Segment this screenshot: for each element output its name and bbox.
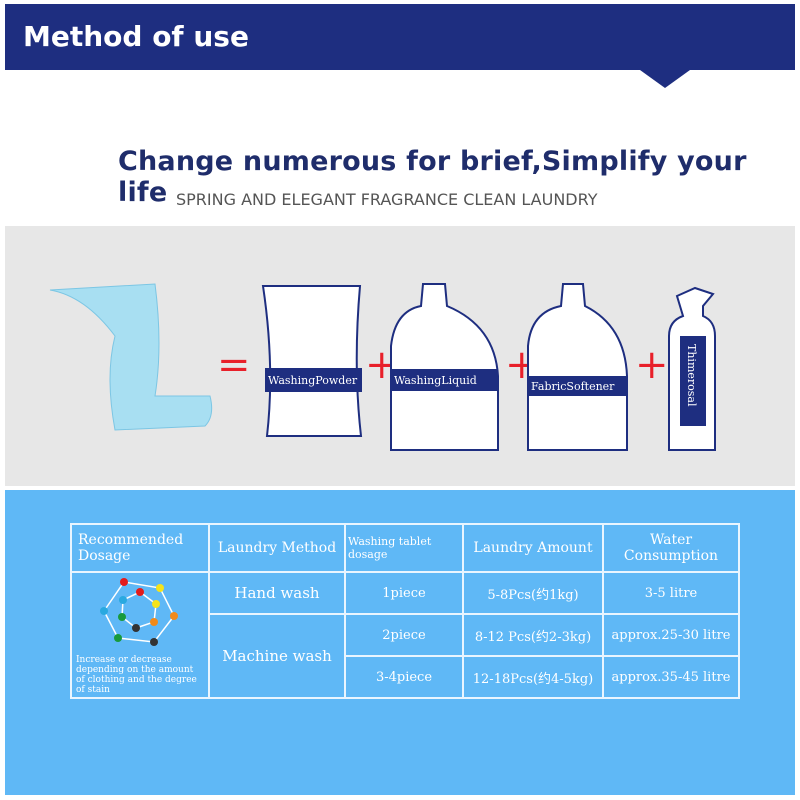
- table-header-row: Recommended Dosage Laundry Method Washin…: [70, 523, 740, 573]
- header-laundry-method: Laundry Method: [208, 523, 346, 573]
- header-laundry-amount: Laundry Amount: [462, 523, 604, 573]
- dosage-diagram-icon: [100, 578, 178, 646]
- svg-text:FabricSoftener: FabricSoftener: [531, 380, 615, 393]
- tablet-dosage: 3-4piece: [344, 655, 464, 699]
- equals-sign: =: [217, 342, 251, 388]
- svg-text:Thimerosal: Thimerosal: [685, 344, 698, 407]
- svg-text:WashingPowder: WashingPowder: [268, 374, 358, 387]
- product-illustration: = WashingPowder + WashingLiquid + Fabric…: [49, 283, 716, 451]
- dosage-note-cell: Increase or decrease depending on the am…: [70, 571, 210, 699]
- page-title: Method of use: [23, 20, 249, 53]
- method-machine-wash: Machine wash: [208, 613, 346, 699]
- dosage-note: Increase or decrease depending on the am…: [76, 655, 197, 695]
- softener-bottle-icon: [527, 283, 628, 451]
- dosage-table: Recommended Dosage Laundry Method Washin…: [70, 523, 740, 699]
- water-consumption: 3-5 litre: [602, 571, 740, 615]
- method-hand-wash: Hand wash: [208, 571, 346, 615]
- laundry-amount: 12-18Pcs(约4-5kg): [462, 655, 604, 699]
- header-tablet-dosage: Washing tablet dosage: [344, 523, 464, 573]
- laundry-amount: 5-8Pcs(约1kg): [462, 571, 604, 615]
- subheadline: SPRING AND ELEGANT FRAGRANCE CLEAN LAUND…: [176, 190, 598, 209]
- header-notch: [640, 70, 690, 88]
- powder-bag-icon: [261, 285, 363, 437]
- laundry-amount: 8-12 Pcs(约2-3kg): [462, 613, 604, 657]
- header-banner: Method of use: [5, 4, 795, 70]
- header-recommended-dosage: Recommended Dosage: [70, 523, 210, 573]
- product-comparison-band: = WashingPowder + WashingLiquid + Fabric…: [5, 226, 795, 486]
- tablet-dosage: 2piece: [344, 613, 464, 657]
- laundry-sheet-icon: [49, 283, 213, 431]
- table-row: Increase or decrease depending on the am…: [70, 571, 740, 699]
- water-consumption: approx.35-45 litre: [602, 655, 740, 699]
- header-water-consumption: Water Consumption: [602, 523, 740, 573]
- plus-sign: +: [635, 342, 669, 388]
- svg-text:WashingLiquid: WashingLiquid: [394, 374, 477, 387]
- water-consumption: approx.25-30 litre: [602, 613, 740, 657]
- liquid-bottle-icon: [390, 283, 499, 451]
- tablet-dosage: 1piece: [344, 571, 464, 615]
